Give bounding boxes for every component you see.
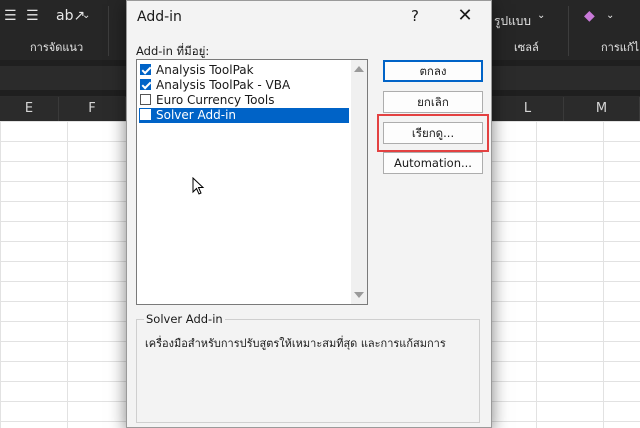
- eraser-icon[interactable]: ◆: [584, 8, 595, 24]
- checkbox-checked-icon[interactable]: [140, 79, 151, 90]
- group-label-editing: การแก้ไ: [601, 41, 640, 54]
- column-header-m[interactable]: M: [564, 97, 640, 121]
- column-header-e[interactable]: E: [0, 97, 59, 121]
- checkbox-unchecked-icon[interactable]: [140, 109, 151, 120]
- scroll-up-icon[interactable]: [354, 66, 364, 72]
- close-button[interactable]: ✕: [453, 5, 477, 26]
- list-item[interactable]: Analysis ToolPak: [139, 63, 349, 78]
- list-item[interactable]: Analysis ToolPak - VBA: [139, 78, 349, 93]
- decrease-indent-icon[interactable]: ☰: [4, 8, 17, 24]
- ribbon-separator: [568, 6, 569, 56]
- chevron-down-icon[interactable]: ⌄: [82, 10, 90, 21]
- addin-list[interactable]: Analysis ToolPak Analysis ToolPak - VBA …: [136, 59, 368, 305]
- addin-dialog: Add-in ? ✕ Add-in ที่มีอยู่: Analysis To…: [126, 0, 492, 428]
- list-item-label: Solver Add-in: [156, 108, 237, 122]
- column-header-f[interactable]: F: [59, 97, 126, 121]
- chevron-down-icon[interactable]: ⌄: [606, 10, 614, 21]
- ribbon-separator: [108, 6, 109, 56]
- scroll-down-icon[interactable]: [354, 292, 364, 298]
- description-group: Solver Add-in เครื่องมือสำหรับการปรับสูต…: [136, 312, 480, 423]
- description-title: Solver Add-in: [144, 312, 225, 326]
- list-item-label: Analysis ToolPak: [156, 63, 254, 77]
- chevron-down-icon[interactable]: ⌄: [537, 10, 545, 21]
- list-item-label: Euro Currency Tools: [156, 93, 275, 107]
- list-scrollbar[interactable]: [351, 60, 367, 304]
- list-item[interactable]: Euro Currency Tools: [139, 93, 349, 108]
- list-item-label: Analysis ToolPak - VBA: [156, 78, 291, 92]
- ok-button[interactable]: ตกลง: [383, 60, 483, 82]
- checkbox-checked-icon[interactable]: [140, 64, 151, 75]
- description-text: เครื่องมือสำหรับการปรับสูตรให้เหมาะสมที่…: [145, 337, 446, 350]
- help-button[interactable]: ?: [405, 7, 425, 25]
- group-label-alignment: การจัดแนว: [30, 41, 84, 54]
- increase-indent-icon[interactable]: ☰: [26, 8, 39, 24]
- group-label-cells: เซลล์: [514, 41, 539, 54]
- highlight-box: [377, 114, 489, 152]
- mouse-cursor-icon: [192, 177, 205, 195]
- dialog-title: Add-in: [137, 9, 182, 25]
- cancel-button[interactable]: ยกเลิก: [383, 91, 483, 113]
- format-dropdown[interactable]: รูปแบบ: [494, 12, 531, 31]
- automation-button[interactable]: Automation...: [383, 152, 483, 174]
- text-orientation-icon[interactable]: ab↗: [56, 8, 85, 24]
- column-header-l[interactable]: L: [492, 97, 564, 121]
- list-item-selected[interactable]: Solver Add-in: [139, 108, 349, 123]
- checkbox-unchecked-icon[interactable]: [140, 94, 151, 105]
